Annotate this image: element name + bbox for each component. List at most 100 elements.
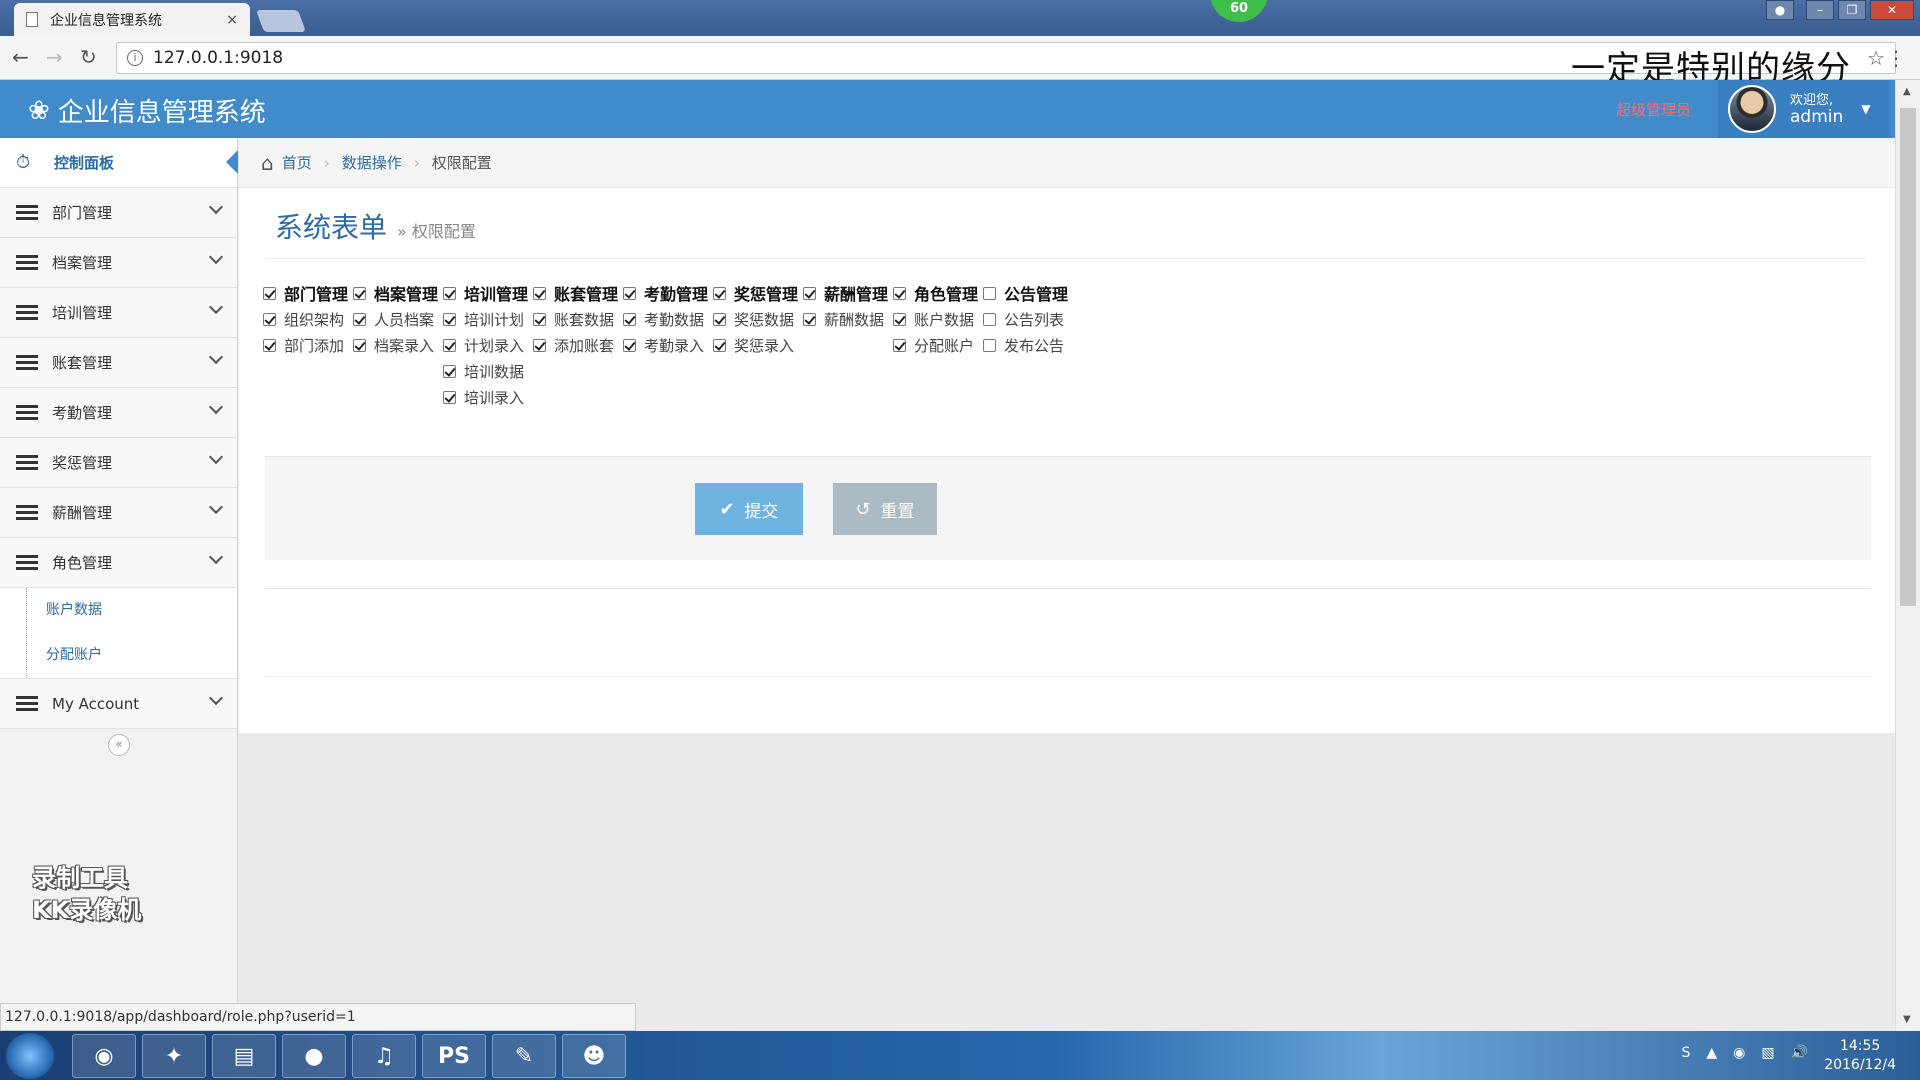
- game-icon[interactable]: ☻: [562, 1034, 626, 1078]
- sidebar-item-salary[interactable]: 薪酬管理: [0, 488, 237, 538]
- reset-button[interactable]: ↺ 重置: [833, 483, 937, 535]
- sidebar-item-rewards[interactable]: 奖惩管理: [0, 438, 237, 488]
- sidebar-item-dashboard[interactable]: ⏱ 控制面板: [0, 138, 238, 188]
- browser-menu-icon[interactable]: ⋮: [1886, 46, 1906, 70]
- sidebar-item-archive[interactable]: 档案管理: [0, 238, 237, 288]
- close-window-icon[interactable]: ✕: [1870, 0, 1914, 20]
- maximize-icon[interactable]: ❐: [1838, 0, 1866, 20]
- network-icon[interactable]: ▧: [1761, 1045, 1774, 1061]
- user-menu[interactable]: 欢迎您, admin ▼: [1718, 80, 1890, 138]
- scrollbar-thumb[interactable]: [1900, 108, 1916, 606]
- checkbox[interactable]: [983, 286, 996, 300]
- checkbox[interactable]: [623, 286, 636, 300]
- collapse-sidebar-icon[interactable]: «: [108, 734, 130, 756]
- forward-arrow-icon[interactable]: →: [46, 45, 63, 69]
- checkbox[interactable]: [983, 312, 996, 326]
- security-icon[interactable]: ◉: [1733, 1045, 1745, 1061]
- permission-group-checkbox[interactable]: 奖惩管理: [713, 280, 798, 306]
- permission-checkbox[interactable]: 奖惩录入: [713, 332, 798, 358]
- permission-checkbox[interactable]: 计划录入: [443, 332, 528, 358]
- bookmark-star-icon[interactable]: ☆: [1867, 46, 1885, 70]
- checkbox[interactable]: [263, 338, 276, 352]
- volume-icon[interactable]: 🔊: [1791, 1045, 1808, 1061]
- checkbox[interactable]: [533, 286, 546, 300]
- checkbox[interactable]: [893, 338, 906, 352]
- checkbox[interactable]: [353, 286, 366, 300]
- checkbox[interactable]: [443, 312, 456, 326]
- checkbox[interactable]: [353, 312, 366, 326]
- brand[interactable]: ❀ 企业信息管理系统: [28, 92, 266, 129]
- url-field[interactable]: i 127.0.0.1:9018 一定是特别的缘分 ☆: [116, 42, 1896, 89]
- checkbox[interactable]: [803, 312, 816, 326]
- sidebar-item-my-account[interactable]: My Account: [0, 679, 237, 729]
- info-icon[interactable]: i: [127, 50, 143, 66]
- tool-icon[interactable]: ✎: [492, 1034, 556, 1078]
- sidebar-item-department[interactable]: 部门管理: [0, 188, 237, 238]
- permission-checkbox[interactable]: 档案录入: [353, 332, 438, 358]
- checkbox[interactable]: [623, 312, 636, 326]
- permission-checkbox[interactable]: 发布公告: [983, 332, 1068, 358]
- permission-checkbox[interactable]: 考勤录入: [623, 332, 708, 358]
- new-tab-button[interactable]: [255, 10, 307, 32]
- permission-checkbox[interactable]: 奖惩数据: [713, 306, 798, 332]
- permission-checkbox[interactable]: 账户数据: [893, 306, 978, 332]
- permission-checkbox[interactable]: 考勤数据: [623, 306, 708, 332]
- permission-group-checkbox[interactable]: 考勤管理: [623, 280, 708, 306]
- permission-checkbox[interactable]: 公告列表: [983, 306, 1068, 332]
- checkbox[interactable]: [713, 312, 726, 326]
- checkbox[interactable]: [263, 312, 276, 326]
- chrome-icon[interactable]: ◉: [72, 1034, 136, 1078]
- breadcrumb-home[interactable]: 首页: [282, 152, 312, 173]
- permission-group-checkbox[interactable]: 培训管理: [443, 280, 528, 306]
- permission-checkbox[interactable]: 培训计划: [443, 306, 528, 332]
- submenu-item-account-data[interactable]: 账户数据: [0, 588, 237, 633]
- checkbox[interactable]: [353, 338, 366, 352]
- reload-icon[interactable]: ↻: [80, 45, 97, 69]
- checkbox[interactable]: [623, 338, 636, 352]
- sidebar-item-training[interactable]: 培训管理: [0, 288, 237, 338]
- permission-checkbox[interactable]: 添加账套: [533, 332, 618, 358]
- browser-tab[interactable]: 企业信息管理系统 ×: [14, 3, 250, 36]
- music-icon[interactable]: ♫: [352, 1034, 416, 1078]
- sidebar-item-accounts[interactable]: 账套管理: [0, 338, 237, 388]
- permission-checkbox[interactable]: 薪酬数据: [803, 306, 888, 332]
- scroll-up-icon[interactable]: ▲: [1903, 86, 1911, 97]
- tray-expand-icon[interactable]: ▲: [1706, 1045, 1717, 1061]
- checkbox[interactable]: [443, 364, 456, 378]
- scroll-down-icon[interactable]: ▼: [1903, 1014, 1911, 1025]
- permission-group-checkbox[interactable]: 角色管理: [893, 280, 978, 306]
- page-scrollbar[interactable]: ▲ ▼: [1895, 80, 1920, 1031]
- permission-checkbox[interactable]: 组织架构: [263, 306, 348, 332]
- checkbox[interactable]: [983, 338, 996, 352]
- profile-icon[interactable]: ●: [1766, 0, 1794, 20]
- phpstorm-icon[interactable]: PS: [422, 1034, 486, 1078]
- checkbox[interactable]: [443, 338, 456, 352]
- sidebar-item-attendance[interactable]: 考勤管理: [0, 388, 237, 438]
- permission-checkbox[interactable]: 人员档案: [353, 306, 438, 332]
- checkbox[interactable]: [713, 286, 726, 300]
- clock[interactable]: 14:55 2016/12/4: [1824, 1037, 1896, 1075]
- submenu-item-assign-account[interactable]: 分配账户: [0, 633, 237, 678]
- back-arrow-icon[interactable]: ←: [12, 45, 29, 69]
- checkbox[interactable]: [893, 286, 906, 300]
- sidebar-item-roles[interactable]: 角色管理: [0, 538, 237, 588]
- editor-icon[interactable]: ✦: [142, 1034, 206, 1078]
- ime-icon[interactable]: S: [1681, 1045, 1690, 1061]
- start-button[interactable]: [6, 1033, 54, 1079]
- app-icon[interactable]: ●: [282, 1034, 346, 1078]
- permission-checkbox[interactable]: 培训数据: [443, 358, 528, 384]
- checkbox[interactable]: [893, 312, 906, 326]
- permission-group-checkbox[interactable]: 部门管理: [263, 280, 348, 306]
- breadcrumb-section[interactable]: 数据操作: [342, 152, 402, 173]
- checkbox[interactable]: [443, 390, 456, 404]
- checkbox[interactable]: [443, 286, 456, 300]
- permission-checkbox[interactable]: 账套数据: [533, 306, 618, 332]
- permission-group-checkbox[interactable]: 薪酬管理: [803, 280, 888, 306]
- permission-group-checkbox[interactable]: 账套管理: [533, 280, 618, 306]
- submit-button[interactable]: ✔ 提交: [695, 483, 803, 535]
- permission-checkbox[interactable]: 部门添加: [263, 332, 348, 358]
- permission-group-checkbox[interactable]: 公告管理: [983, 280, 1068, 306]
- folder-icon[interactable]: ▤: [212, 1034, 276, 1078]
- permission-group-checkbox[interactable]: 档案管理: [353, 280, 438, 306]
- checkbox[interactable]: [533, 312, 546, 326]
